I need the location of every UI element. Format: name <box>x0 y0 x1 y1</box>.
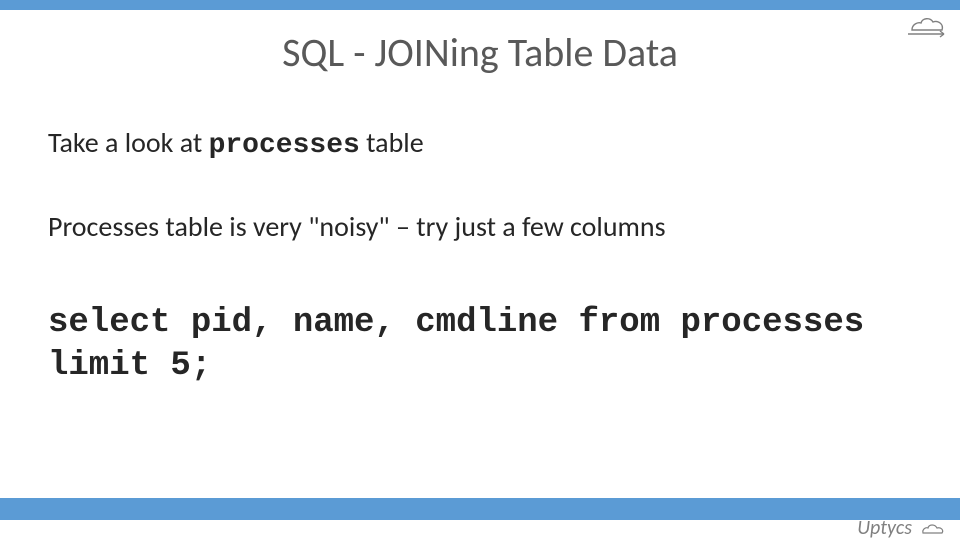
cloud-icon <box>916 520 946 538</box>
intro-line-1: Take a look at processes table <box>48 125 912 161</box>
line1-prefix: Take a look at <box>48 125 209 160</box>
line1-suffix: table <box>360 125 424 160</box>
top-accent-bar <box>0 0 960 10</box>
bottom-accent-bar <box>0 498 960 520</box>
sql-code: select pid, name, cmdline from processes… <box>48 302 912 387</box>
slide-title: SQL - JOINing Table Data <box>0 28 960 77</box>
line1-bold: processes <box>209 130 360 161</box>
brand-text: Uptycs <box>857 516 912 540</box>
slide-body: Take a look at processes table Processes… <box>48 125 912 387</box>
intro-line-2: Processes table is very "noisy" – try ju… <box>48 209 912 244</box>
brand-label: Uptycs <box>857 516 946 540</box>
